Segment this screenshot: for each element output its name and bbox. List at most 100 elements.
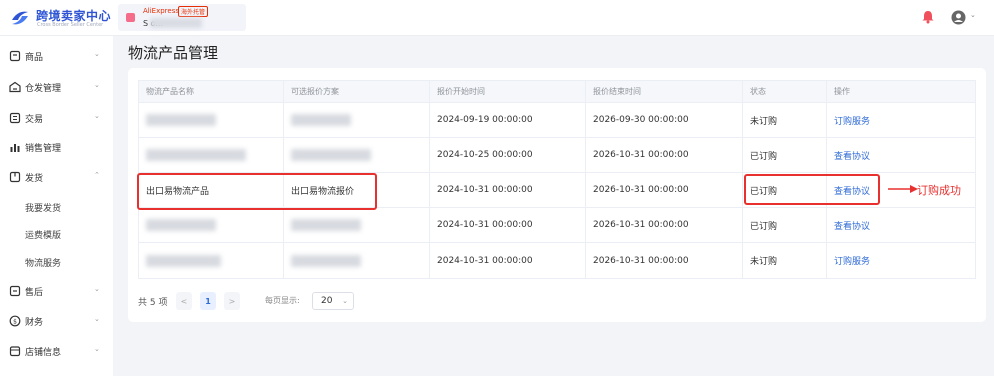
prev-page-button[interactable]: < — [176, 292, 192, 310]
cell-action: 查看协议 — [827, 138, 977, 172]
cell-product-name — [139, 138, 284, 172]
cell-end-time: 2026-09-30 00:00:00 — [586, 103, 743, 137]
cell-quote-plan — [284, 243, 430, 278]
redacted-text — [146, 114, 216, 126]
sidebar-item-label: 商品 — [25, 53, 44, 63]
sidebar: 商品 ⌄ 仓发管理 ⌄ 交易 ⌄ 销售管理 发货 ⌃ 我要发货 运费模版 物流服… — [0, 36, 113, 376]
redacted-text — [291, 219, 361, 231]
cell-action: 订购服务 — [827, 243, 977, 278]
cell-start-time: 2024-09-19 00:00:00 — [430, 103, 586, 137]
sidebar-subitem-ship-now[interactable]: 我要发货 — [0, 194, 113, 220]
column-header-status: 状态 — [743, 81, 827, 102]
chevron-down-icon: ⌄ — [94, 112, 100, 120]
finance-icon: $ — [9, 315, 21, 327]
user-avatar-icon[interactable] — [951, 10, 966, 25]
cell-status: 未订购 — [743, 243, 827, 278]
sidebar-item-warehouse[interactable]: 仓发管理 ⌄ — [0, 74, 113, 100]
sidebar-subitem-label: 我要发货 — [25, 204, 62, 214]
cell-product-name — [139, 103, 284, 137]
per-page-value: 20 — [321, 296, 333, 306]
sidebar-item-label: 仓发管理 — [25, 84, 62, 94]
chart-icon — [10, 144, 20, 152]
sidebar-item-label: 店铺信息 — [25, 348, 62, 358]
chevron-down-icon: ⌄ — [342, 297, 348, 305]
chevron-down-icon: ⌄ — [94, 315, 100, 323]
svg-text:$: $ — [13, 318, 17, 325]
redacted-text — [291, 254, 361, 267]
store-name-redaction — [150, 18, 202, 28]
logo-icon — [12, 11, 28, 25]
cell-end-time: 2026-10-31 00:00:00 — [586, 138, 743, 172]
sidebar-item-finance[interactable]: $ 财务 ⌄ — [0, 308, 113, 334]
cell-end-time: 2026-10-31 00:00:00 — [586, 208, 743, 242]
sidebar-item-label: 发货 — [25, 174, 44, 184]
column-header-action: 操作 — [834, 87, 850, 96]
redacted-text — [146, 219, 216, 231]
cell-action: 订购服务 — [827, 103, 977, 137]
sidebar-item-shipping[interactable]: 发货 ⌃ — [0, 164, 113, 190]
table-row: 2024-09-19 00:00:00 2026-09-30 00:00:00 … — [139, 103, 975, 138]
sidebar-item-products[interactable]: 商品 ⌄ — [0, 43, 113, 69]
redacted-text — [291, 114, 351, 126]
chevron-down-icon: ⌄ — [94, 81, 100, 89]
total-count: 共 5 项 — [138, 298, 168, 308]
sidebar-subitem-freight-template[interactable]: 运费模版 — [0, 221, 113, 247]
page-title: 物流产品管理 — [128, 44, 219, 62]
cell-quote-plan — [284, 138, 430, 172]
user-menu-caret-icon[interactable]: ⌄ — [970, 11, 976, 19]
logo[interactable]: 跨境卖家中心 Cross Border Seller Center — [10, 5, 120, 31]
page-1-button[interactable]: 1 — [200, 292, 216, 310]
sidebar-item-orders[interactable]: 交易 ⌄ — [0, 105, 113, 131]
sidebar-item-sales[interactable]: 销售管理 — [0, 134, 113, 160]
cell-action: 查看协议 — [827, 208, 977, 242]
cell-start-time: 2024-10-31 00:00:00 — [430, 173, 586, 207]
per-page-select[interactable]: 20 ⌄ — [312, 292, 354, 310]
aftersale-icon — [9, 285, 21, 297]
sidebar-subitem-label: 物流服务 — [25, 259, 62, 269]
top-bar: 跨境卖家中心 Cross Border Seller Center AliExp… — [0, 0, 994, 36]
cell-end-time: 2026-10-31 00:00:00 — [586, 243, 743, 278]
store-icon — [9, 346, 21, 357]
next-page-button[interactable]: > — [224, 292, 240, 310]
cell-start-time: 2024-10-31 00:00:00 — [430, 208, 586, 242]
order-icon — [9, 112, 21, 124]
store-icon — [126, 13, 135, 22]
view-agreement-link[interactable]: 查看协议 — [834, 149, 870, 162]
cell-status: 未订购 — [743, 103, 827, 137]
cell-start-time: 2024-10-31 00:00:00 — [430, 243, 586, 278]
shipping-icon — [9, 171, 21, 183]
sidebar-item-store-info[interactable]: 店铺信息 ⌄ — [0, 338, 113, 364]
cell-status: 已订购 — [743, 138, 827, 172]
cell-quote-plan — [284, 208, 430, 242]
column-header-start: 报价开始时间 — [430, 81, 586, 102]
cell-product-name — [139, 243, 284, 278]
cell-quote-plan — [284, 103, 430, 137]
bell-icon[interactable] — [921, 10, 935, 24]
arrow-right-icon — [888, 185, 918, 193]
table-header-row: 物流产品名称 可选报价方案 报价开始时间 报价结束时间 状态 操作 — [139, 81, 975, 103]
chevron-down-icon: ⌄ — [94, 285, 100, 293]
chevron-up-icon: ⌃ — [94, 171, 100, 179]
view-agreement-link[interactable]: 查看协议 — [834, 219, 870, 232]
table-row: 2024-10-31 00:00:00 2026-10-31 00:00:00 … — [139, 208, 975, 243]
column-header-end: 报价结束时间 — [586, 81, 743, 102]
store-switcher[interactable]: AliExpress 海外托管 S o... — [118, 4, 246, 31]
column-header-plan: 可选报价方案 — [284, 81, 430, 102]
logo-subtitle: Cross Border Seller Center — [37, 22, 104, 28]
subscribe-service-link[interactable]: 订购服务 — [834, 254, 870, 267]
cell-product-name — [139, 208, 284, 242]
sidebar-item-label: 销售管理 — [25, 144, 62, 154]
per-page-label: 每页显示: — [265, 296, 300, 305]
sidebar-item-label: 财务 — [25, 318, 44, 328]
sidebar-item-label: 售后 — [25, 288, 44, 298]
store-badge: 海外托管 — [178, 6, 209, 17]
sidebar-item-aftersale[interactable]: 售后 ⌄ — [0, 278, 113, 304]
highlight-box-product — [137, 173, 377, 210]
subscribe-service-link[interactable]: 订购服务 — [834, 114, 870, 127]
redacted-text — [291, 149, 371, 161]
annotation-text: 订购成功 — [917, 184, 961, 197]
store-brand: AliExpress — [143, 7, 180, 15]
pagination: 共 5 项 < 1 > 每页显示: 20 ⌄ — [138, 290, 378, 312]
sidebar-subitem-logistics-service[interactable]: 物流服务 — [0, 249, 113, 275]
sidebar-item-label: 交易 — [25, 115, 44, 125]
